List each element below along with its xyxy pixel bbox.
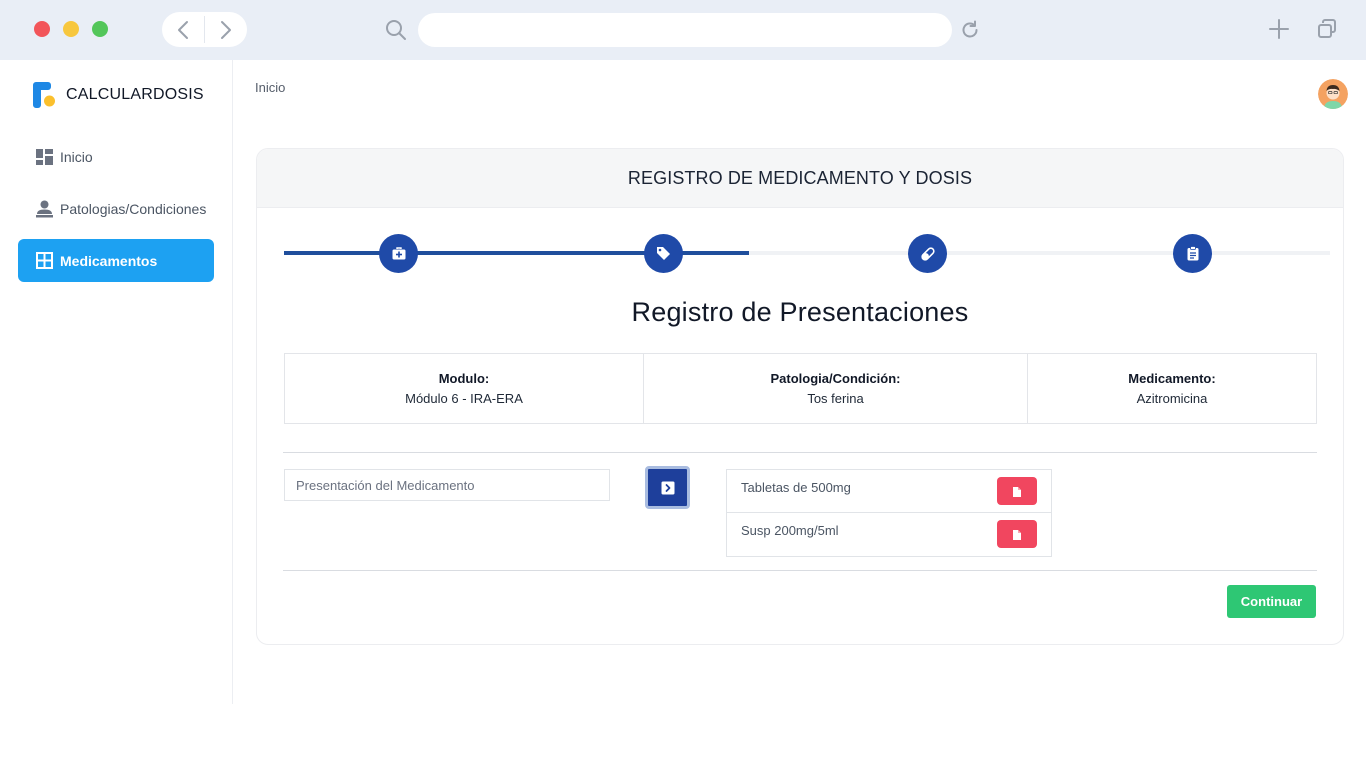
divider xyxy=(283,452,1317,453)
browser-toolbar xyxy=(0,0,1366,60)
info-table: Modulo: Módulo 6 - IRA-ERA Patologia/Con… xyxy=(284,353,1317,424)
tag-icon xyxy=(657,247,670,260)
step-3-button[interactable] xyxy=(908,234,947,273)
user-tie-icon xyxy=(35,200,53,218)
list-item: Susp 200mg/5ml xyxy=(727,513,1051,556)
sidebar-item-label: Medicamentos xyxy=(60,252,158,269)
chevron-left-icon xyxy=(178,20,188,39)
info-label: Modulo: xyxy=(438,371,490,386)
chevron-right-icon xyxy=(661,481,674,494)
brand-name: CALCULARDOSIS xyxy=(66,86,204,103)
brand[interactable]: CALCULARDOSIS xyxy=(31,81,204,109)
info-label: Patologia/Condición: xyxy=(770,371,901,386)
registration-card: REGISTRO DE MEDICAMENTO Y DOSIS Registro… xyxy=(256,148,1344,645)
window-minimize-button[interactable] xyxy=(63,21,79,37)
dashboard-icon xyxy=(35,148,53,166)
sidebar-item-label: Inicio xyxy=(60,148,93,165)
breadcrumb[interactable]: Inicio xyxy=(255,80,285,95)
search-icon[interactable] xyxy=(384,18,408,42)
presentation-name: Tabletas de 500mg xyxy=(741,480,851,495)
sidebar-item-label: Patologias/Condiciones xyxy=(60,200,207,217)
delete-presentation-button[interactable] xyxy=(997,477,1037,505)
step-1-button[interactable] xyxy=(379,234,418,273)
add-presentation-button[interactable] xyxy=(645,466,690,509)
presentation-name: Susp 200mg/5ml xyxy=(741,523,839,538)
section-title: Registro de Presentaciones xyxy=(631,297,969,327)
delete-presentation-button[interactable] xyxy=(997,520,1037,548)
step-2-button[interactable] xyxy=(644,234,683,273)
reload-icon[interactable] xyxy=(958,18,982,42)
info-cell-modulo: Modulo: Módulo 6 - IRA-ERA xyxy=(285,354,644,423)
window-close-button[interactable] xyxy=(34,21,50,37)
brand-logo-icon xyxy=(31,81,57,109)
info-cell-patologia: Patologia/Condición: Tos ferina xyxy=(644,354,1028,423)
pill-icon xyxy=(920,246,935,261)
clipboard-icon xyxy=(1187,246,1198,261)
avatar[interactable] xyxy=(1318,79,1348,109)
forward-button[interactable] xyxy=(205,12,247,47)
info-value: Tos ferina xyxy=(807,391,864,406)
info-value: Módulo 6 - IRA-ERA xyxy=(405,391,523,406)
plus-icon[interactable] xyxy=(1267,17,1291,41)
presentation-input[interactable] xyxy=(284,469,610,501)
card-header: REGISTRO DE MEDICAMENTO Y DOSIS xyxy=(257,149,1343,208)
presentation-list: Tabletas de 500mg Susp 200mg/5ml xyxy=(726,469,1052,557)
copy-icon[interactable] xyxy=(1315,17,1339,41)
back-button[interactable] xyxy=(162,12,204,47)
window-maximize-button[interactable] xyxy=(92,21,108,37)
step-4-button[interactable] xyxy=(1173,234,1212,273)
continue-button[interactable]: Continuar xyxy=(1227,585,1316,618)
info-value: Azitromicina xyxy=(1136,391,1208,406)
nav-buttons xyxy=(162,12,247,47)
sidebar-item-medicamentos[interactable]: Medicamentos xyxy=(18,239,214,282)
sidebar-item-patologias[interactable]: Patologias/Condiciones xyxy=(18,187,214,230)
info-cell-medicamento: Medicamento: Azitromicina xyxy=(1028,354,1316,423)
delete-icon xyxy=(1013,530,1021,540)
divider xyxy=(283,570,1317,571)
sidebar-item-inicio[interactable]: Inicio xyxy=(18,135,214,178)
sidebar: CALCULARDOSIS Inicio Patologias/Condicio… xyxy=(0,60,233,704)
grid-icon xyxy=(35,252,53,270)
url-input[interactable] xyxy=(418,13,952,47)
list-item: Tabletas de 500mg xyxy=(727,470,1051,513)
medkit-icon xyxy=(392,247,405,260)
info-label: Medicamento: xyxy=(1128,371,1216,386)
delete-icon xyxy=(1013,487,1021,497)
chevron-right-icon xyxy=(221,20,231,39)
